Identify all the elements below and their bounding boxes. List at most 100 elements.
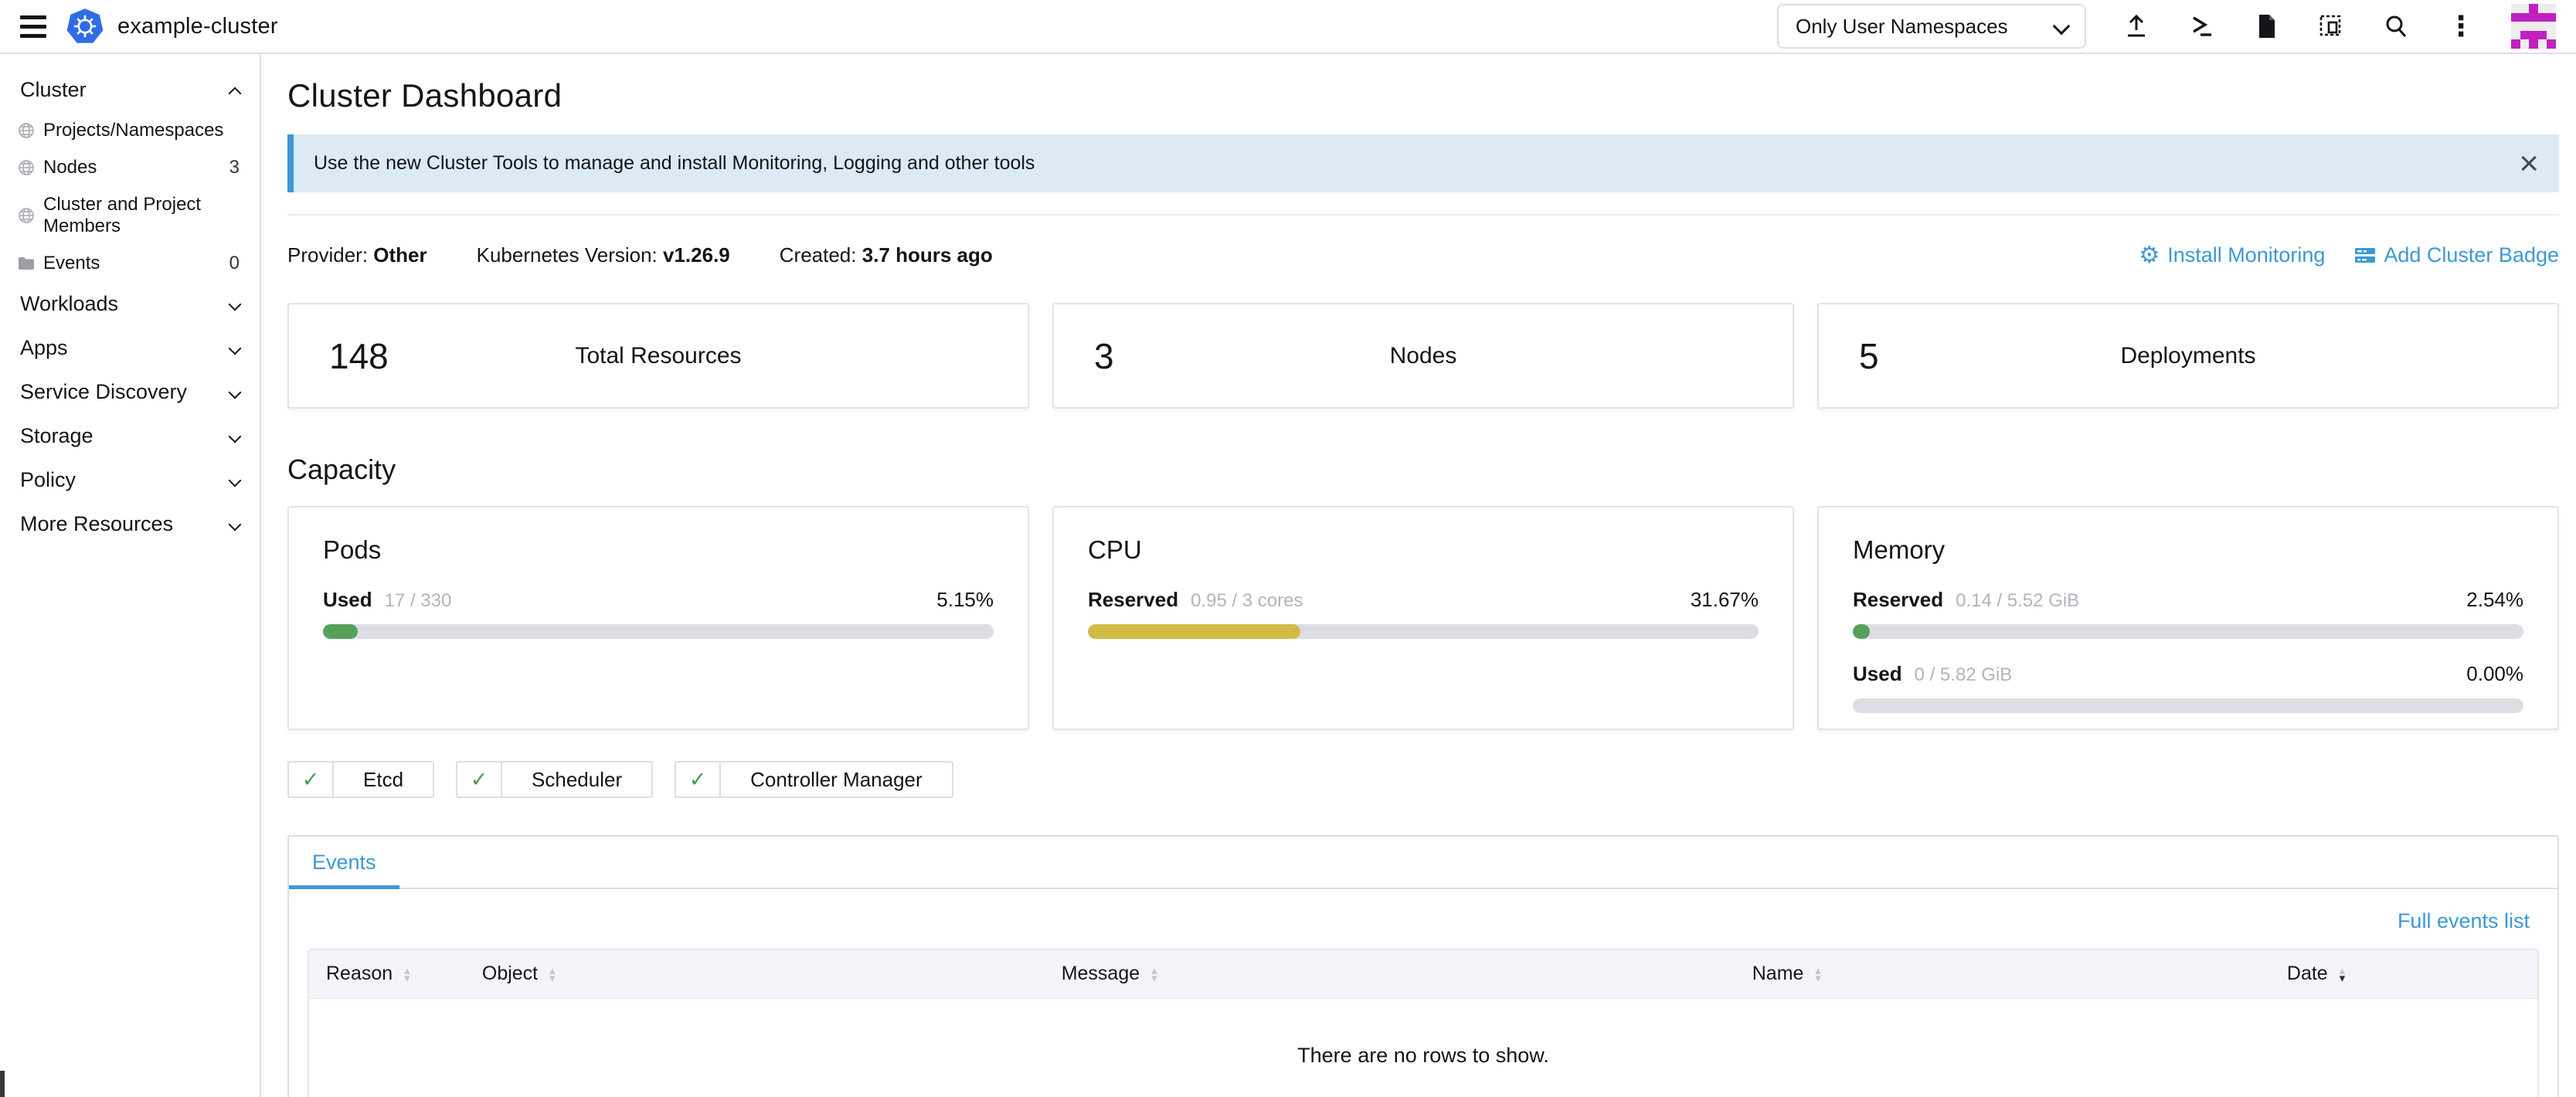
etcd-label: Etcd [334,762,433,796]
sort-icon-active: ▴▾ [2340,967,2346,982]
deployments-count: 5 [1859,335,1879,377]
sidebar-item-projects-namespaces[interactable]: Projects/Namespaces [0,112,260,149]
total-resources-card[interactable]: 148 Total Resources [287,303,1029,409]
cluster-name: example-cluster [117,14,278,39]
column-header-object[interactable]: Object ▴▾ [465,950,1045,997]
component-status-badges: ✓ Etcd ✓ Scheduler ✓ Controller Manager [287,761,2559,798]
nodes-card[interactable]: 3 Nodes [1052,303,1794,409]
sidebar-group-label: More Resources [20,512,173,536]
search-icon [2383,13,2409,39]
import-yaml-button[interactable] [2122,12,2151,41]
progress-fill [1088,624,1300,639]
sidebar-item-nodes[interactable]: Nodes 3 [0,149,260,186]
namespace-filter-select[interactable]: Only User Namespaces [1777,4,2086,49]
page-title: Cluster Dashboard [287,77,2559,114]
memory-used-meter: Used 0 / 5.82 GiB 0.00% [1853,662,2523,713]
scrollbar-thumb[interactable] [0,1071,5,1097]
sidebar-group-more-resources[interactable]: More Resources [0,502,260,546]
sidebar-item-label: Cluster and Project Members [43,194,240,237]
sidebar-group-label: Apps [20,336,68,360]
progress-track [323,624,994,639]
top-nav: example-cluster Only User Namespaces [0,0,2576,54]
kebab-icon: ⋮ [2447,12,2475,40]
total-resources-count: 148 [329,335,389,377]
globe-icon [17,206,36,225]
sidebar-group-storage[interactable]: Storage [0,414,260,458]
install-monitoring-label: Install Monitoring [2167,243,2325,267]
divider [287,214,2559,216]
nodes-count: 3 [1094,335,1114,377]
sidebar-item-cluster-members[interactable]: Cluster and Project Members [0,186,260,245]
meter-percent: 0.00% [2466,662,2523,686]
install-monitoring-link[interactable]: ⚙ Install Monitoring [2139,242,2325,269]
no-rows-message: There are no rows to show. [309,997,2537,1097]
chevron-up-icon [229,87,242,100]
item-count-badge: 3 [229,157,240,178]
sort-icon: ▴▾ [1151,967,1157,982]
cpu-reserved-meter: Reserved 0.95 / 3 cores 31.67% [1088,588,1759,639]
memory-reserved-meter: Reserved 0.14 / 5.52 GiB 2.54% [1853,588,2523,639]
chevron-down-icon [229,474,242,487]
controller-manager-status-badge: ✓ Controller Manager [675,761,953,798]
search-button[interactable] [2381,12,2411,41]
namespace-filter-value: Only User Namespaces [1796,15,2008,39]
sidebar-group-cluster[interactable]: Cluster [0,68,260,112]
sidebar-group-label: Cluster [20,78,87,102]
kubectl-shell-button[interactable] [2187,12,2216,41]
chevron-down-icon [229,430,242,443]
total-resources-label: Total Resources [575,343,741,369]
sidebar-group-policy[interactable]: Policy [0,458,260,502]
sidebar-item-label: Events [43,253,100,274]
scheduler-status-badge: ✓ Scheduler [456,761,653,798]
kubernetes-version-field: Kubernetes Version: v1.26.9 [477,243,730,267]
add-cluster-badge-link[interactable]: Add Cluster Badge [2354,243,2559,267]
chevron-down-icon [229,297,242,311]
sidebar-group-service-discovery[interactable]: Service Discovery [0,370,260,414]
meter-detail: 0 / 5.82 GiB [1915,664,2013,686]
meter-detail: 0.95 / 3 cores [1191,590,1303,612]
cpu-title: CPU [1088,535,1759,565]
check-icon: ✓ [676,762,721,796]
provider-value: Other [373,243,427,267]
gear-icon: ⚙ [2139,242,2160,269]
column-header-date[interactable]: Date ▴▾ [2270,950,2537,997]
more-options-button[interactable]: ⋮ [2446,12,2476,41]
progress-track [1853,624,2523,639]
scheduler-label: Scheduler [502,762,651,796]
sort-icon: ▴▾ [549,967,556,982]
deployments-card[interactable]: 5 Deployments [1817,303,2559,409]
user-avatar[interactable] [2511,4,2556,49]
pods-title: Pods [323,535,994,565]
memory-title: Memory [1853,535,2523,565]
meter-label: Used [323,588,372,612]
chevron-down-icon [229,518,242,531]
sidebar-group-workloads[interactable]: Workloads [0,282,260,326]
tab-events[interactable]: Events [289,837,399,889]
sidebar-item-label: Nodes [43,157,97,178]
column-header-reason[interactable]: Reason ▴▾ [309,950,465,997]
download-kubeconfig-button[interactable] [2251,12,2281,41]
sidebar-group-label: Service Discovery [20,380,187,404]
banner-text: Use the new Cluster Tools to manage and … [314,152,1035,175]
item-count-badge: 0 [229,253,240,274]
meter-detail: 0.14 / 5.52 GiB [1956,590,2079,612]
copy-kubeconfig-button[interactable] [2316,12,2346,41]
sort-icon: ▴▾ [404,967,410,982]
folder-icon [17,254,36,273]
full-events-list-link[interactable]: Full events list [2398,909,2530,933]
close-icon[interactable]: × [2519,150,2539,177]
hamburger-menu-icon[interactable] [20,15,46,38]
events-panel: Events Full events list Reason ▴▾ [287,835,2559,1097]
sidebar-item-label: Projects/Namespaces [43,120,223,141]
cpu-capacity-card: CPU Reserved 0.95 / 3 cores 31.67% [1052,506,1794,730]
check-icon: ✓ [289,762,334,796]
sidebar-item-events[interactable]: Events 0 [0,245,260,282]
column-header-name[interactable]: Name ▴▾ [1735,950,2270,997]
badge-icon [2354,246,2376,265]
file-icon [2253,13,2279,39]
column-header-message[interactable]: Message ▴▾ [1045,950,1735,997]
meter-percent: 31.67% [1691,588,1759,612]
empty-table-row: There are no rows to show. [309,997,2537,1097]
sidebar-group-apps[interactable]: Apps [0,326,260,370]
kubernetes-version-value: v1.26.9 [663,243,730,267]
